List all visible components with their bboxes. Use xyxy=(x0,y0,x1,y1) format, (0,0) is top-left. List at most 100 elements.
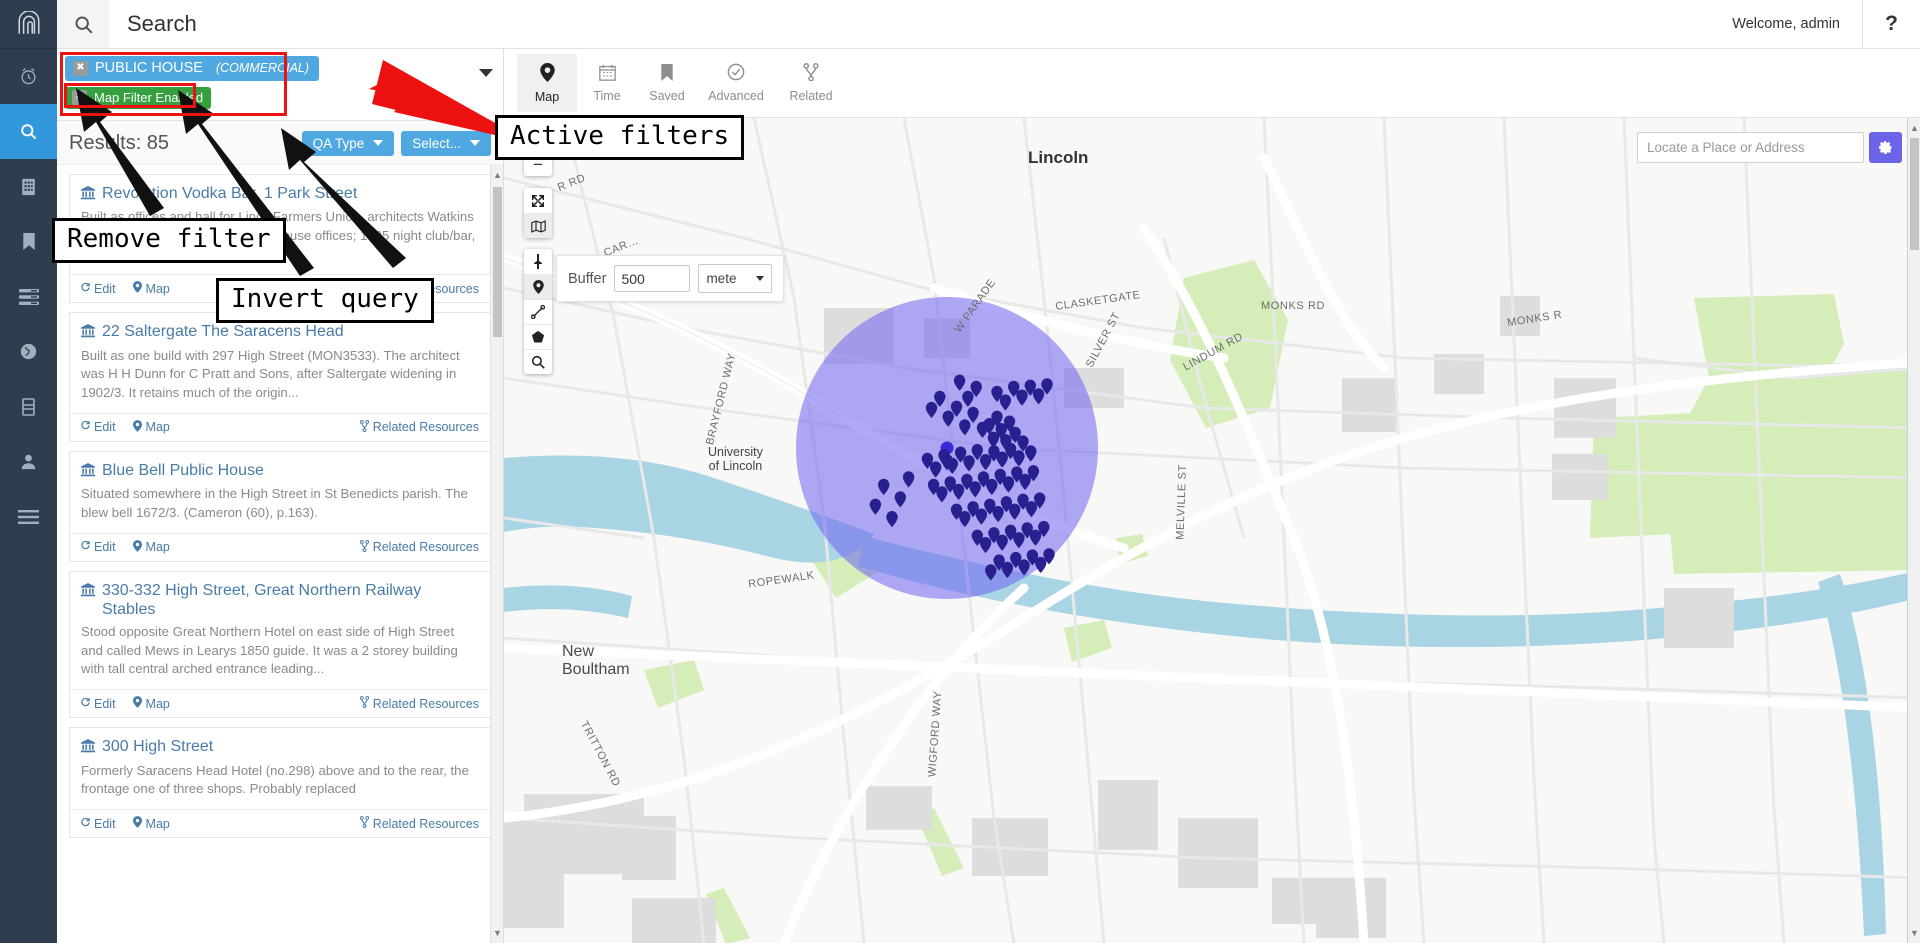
qa-type-dropdown[interactable]: QA Type xyxy=(301,130,395,156)
sidebar-item-map[interactable] xyxy=(0,324,57,379)
sidebar-item-library[interactable] xyxy=(0,379,57,434)
filter-chip-public-house[interactable]: ✖ PUBLIC HOUSE (COMMERCIAL) xyxy=(65,56,320,81)
map-marker-pin[interactable] xyxy=(962,390,974,407)
tab-saved[interactable]: Saved xyxy=(637,54,697,112)
edit-link[interactable]: Edit xyxy=(81,420,116,434)
sidebar-item-resources[interactable] xyxy=(0,159,57,214)
pin-icon xyxy=(132,816,142,831)
calendar-icon xyxy=(598,64,616,84)
map-marker-pin[interactable] xyxy=(959,419,971,436)
scroll-thumb[interactable] xyxy=(493,186,502,337)
sidebar-item-recent[interactable] xyxy=(0,49,57,104)
annotation-label: Remove filter xyxy=(52,218,286,263)
map-marker-pin[interactable] xyxy=(979,454,992,471)
map-scrollbar[interactable]: ▲ ▼ xyxy=(1907,118,1920,943)
point-tool-icon[interactable] xyxy=(524,274,552,299)
result-card[interactable]: 22 Saltergate The Saracens Head Built as … xyxy=(69,312,491,442)
map-marker-pin[interactable] xyxy=(999,394,1012,411)
map-marker-pin[interactable] xyxy=(1025,445,1037,462)
map-link[interactable]: Map xyxy=(132,696,170,711)
chevron-down-icon xyxy=(756,276,765,281)
tab-related-label: Related xyxy=(789,89,833,103)
remove-filter-icon[interactable]: ✖ xyxy=(73,60,88,76)
scroll-down-icon[interactable]: ▼ xyxy=(491,923,503,943)
map-markers[interactable] xyxy=(504,118,1920,943)
map-canvas[interactable]: Lincoln LINDUM RD CLASKETGATE SILVER ST MONK… xyxy=(504,118,1920,943)
scroll-thumb[interactable] xyxy=(1910,138,1919,250)
sidebar-item-saved[interactable] xyxy=(0,214,57,269)
branch-icon xyxy=(359,816,369,831)
pin-tool-icon[interactable] xyxy=(524,249,552,274)
map-link[interactable]: Map xyxy=(132,420,170,435)
related-resources-link[interactable]: Related Resources xyxy=(359,419,479,435)
remove-map-filter-icon[interactable]: ✖ xyxy=(72,89,87,105)
result-card-footer: Edit Map Related Resources xyxy=(70,532,490,561)
map-marker-pin[interactable] xyxy=(1032,388,1045,405)
identify-tool-icon[interactable] xyxy=(524,349,552,374)
map-marker-pin[interactable] xyxy=(953,374,966,391)
related-label: Related Resources xyxy=(372,816,479,831)
map-marker-pin[interactable] xyxy=(930,461,942,478)
related-resources-link[interactable]: Related Resources xyxy=(359,696,479,711)
search-icon[interactable] xyxy=(57,0,109,48)
sidebar-item-menu[interactable] xyxy=(0,489,57,544)
map-marker-pin[interactable] xyxy=(869,498,882,515)
map-marker-pin[interactable] xyxy=(967,406,979,423)
line-tool-icon[interactable] xyxy=(524,299,552,324)
fullscreen-icon[interactable] xyxy=(524,188,552,213)
result-card[interactable]: 330-332 High Street, Great Northern Rail… xyxy=(69,570,491,719)
tab-time[interactable]: Time xyxy=(577,54,637,112)
edit-link[interactable]: Edit xyxy=(81,282,116,296)
result-title[interactable]: Blue Bell Public House xyxy=(81,461,479,483)
tab-advanced[interactable]: Advanced xyxy=(697,54,775,112)
buffer-unit-select[interactable]: mete xyxy=(698,264,773,293)
sidebar-item-reports[interactable] xyxy=(0,269,57,324)
map-marker-pin[interactable] xyxy=(902,471,915,488)
map-marker-pin[interactable] xyxy=(925,401,938,419)
result-card-footer: Edit Map Related Resources xyxy=(70,809,490,837)
edit-link[interactable]: Edit xyxy=(81,697,116,711)
map-marker-pin[interactable] xyxy=(878,478,890,495)
result-title[interactable]: 300 High Street xyxy=(81,737,479,759)
chevron-down-icon[interactable] xyxy=(479,69,493,77)
archive-logo-icon[interactable] xyxy=(0,0,57,49)
scroll-up-icon[interactable]: ▲ xyxy=(491,165,503,185)
related-resources-link[interactable]: Related Resources xyxy=(359,539,479,555)
scroll-up-icon[interactable]: ▲ xyxy=(1908,118,1920,138)
results-scrollbar[interactable]: ▲ ▼ xyxy=(490,164,503,943)
sidebar-item-account[interactable] xyxy=(0,434,57,489)
gear-icon[interactable] xyxy=(1869,132,1902,163)
map-marker-pin[interactable] xyxy=(886,511,898,528)
select-dropdown[interactable]: Select... xyxy=(401,130,491,156)
map-link[interactable]: Map xyxy=(132,816,170,831)
result-title[interactable]: 22 Saltergate The Saracens Head xyxy=(81,322,479,344)
scroll-down-icon[interactable]: ▼ xyxy=(1908,923,1920,943)
map-link[interactable]: Map xyxy=(132,281,170,296)
tab-related[interactable]: Related xyxy=(775,54,847,112)
map-marker-pin[interactable] xyxy=(963,455,975,472)
basemap-icon[interactable] xyxy=(524,213,552,238)
app-root: Search Welcome, admin ? ✖ PUBLIC HOUSE (… xyxy=(0,0,1920,943)
pin-icon xyxy=(132,420,142,435)
result-card[interactable]: 300 High Street Formerly Saracens Head Ho… xyxy=(69,727,491,839)
branch-icon xyxy=(359,696,369,711)
edit-link[interactable]: Edit xyxy=(81,540,116,554)
sidebar-item-search[interactable] xyxy=(0,104,57,159)
locate-input[interactable]: Locate a Place or Address xyxy=(1637,132,1864,163)
result-card[interactable]: Blue Bell Public House Situated somewhere… xyxy=(69,450,491,562)
map-marker-pin[interactable] xyxy=(1016,389,1028,406)
map-marker-pin[interactable] xyxy=(894,491,906,508)
map-marker-pin[interactable] xyxy=(985,564,997,581)
related-resources-link[interactable]: Related Resources xyxy=(359,816,479,831)
tab-map[interactable]: Map xyxy=(517,54,577,112)
buffer-input[interactable] xyxy=(614,265,691,292)
edit-link[interactable]: Edit xyxy=(81,817,116,831)
result-title[interactable]: 330-332 High Street, Great Northern Rail… xyxy=(81,581,479,620)
map-marker-pin[interactable] xyxy=(976,421,989,438)
map-marker-pin[interactable] xyxy=(942,410,954,427)
polygon-tool-icon[interactable] xyxy=(524,324,552,349)
help-button[interactable]: ? xyxy=(1863,0,1920,48)
result-title[interactable]: Revolution Vodka Bar, 1 Park Street xyxy=(81,184,479,206)
map-link[interactable]: Map xyxy=(132,540,170,555)
filter-chip-map-filter[interactable]: ✖ Map Filter Enabled xyxy=(65,86,212,109)
